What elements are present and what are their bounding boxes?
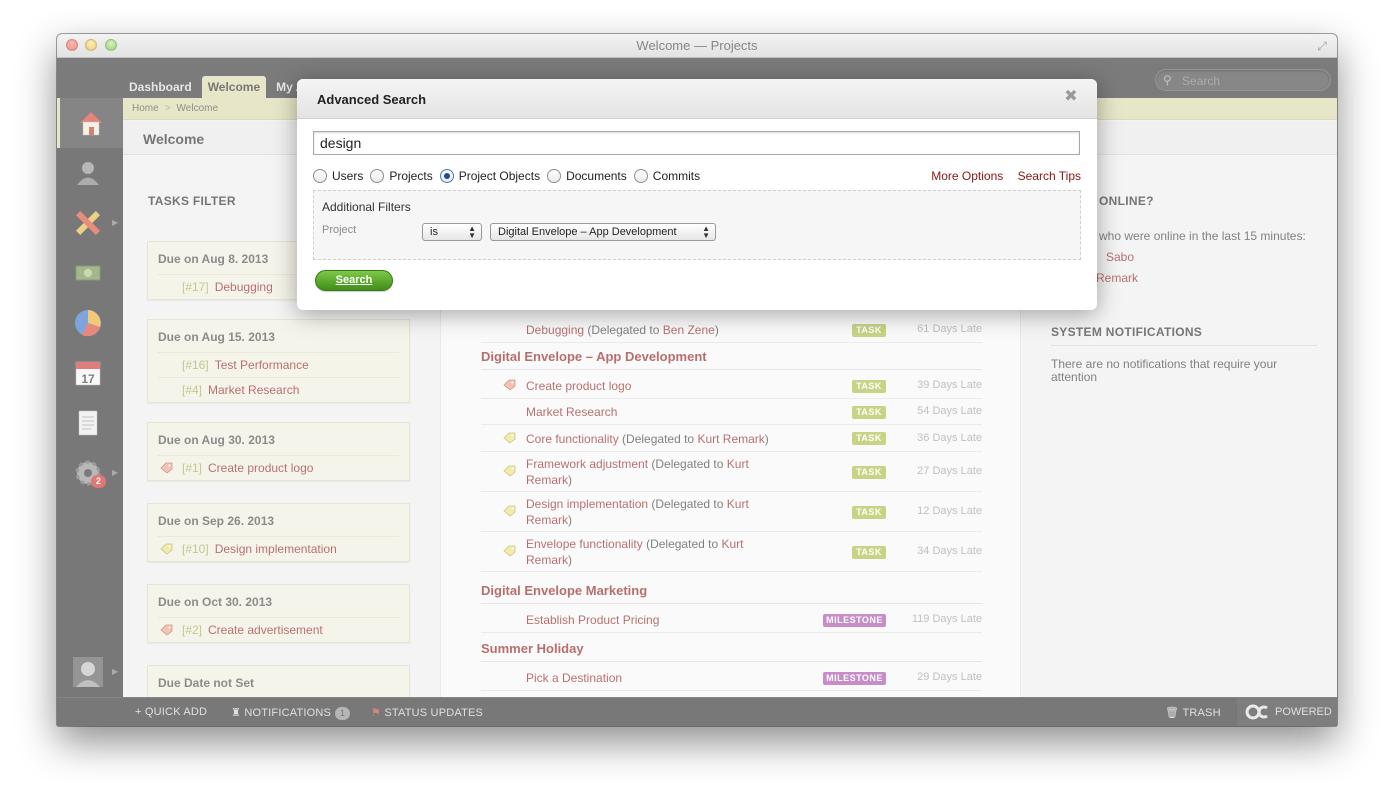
- project-value: Digital Envelope – App Development: [498, 226, 677, 238]
- dialog-title: Advanced Search: [317, 92, 427, 107]
- dialog-header: Advanced Search ✖: [297, 79, 1097, 119]
- project-select[interactable]: Digital Envelope – App Development ▲ ▼: [490, 223, 716, 241]
- radio-label: Commits: [652, 169, 701, 183]
- search-scope-radios: Users Projects Project Objects Documents…: [313, 168, 707, 184]
- radio-label: Users: [332, 169, 364, 183]
- radio-commits[interactable]: Commits: [633, 169, 701, 183]
- close-icon[interactable]: ✖: [1063, 89, 1079, 105]
- radio-label: Projects: [389, 169, 433, 183]
- additional-filters-title: Additional Filters: [322, 200, 411, 214]
- radio-label: Project Objects: [458, 169, 541, 183]
- radio-projects[interactable]: Projects: [370, 169, 433, 183]
- radio-label: Documents: [566, 169, 627, 183]
- select-arrows-icon: ▲ ▼: [702, 224, 710, 240]
- operator-value: is: [430, 226, 438, 238]
- dialog-links: More Options Search Tips: [920, 169, 1081, 183]
- advanced-search-dialog: Advanced Search ✖ Users Projects Project…: [297, 79, 1097, 310]
- radio-documents[interactable]: Documents: [547, 169, 627, 183]
- radio-project-objects[interactable]: Project Objects: [439, 169, 541, 183]
- search-query-input[interactable]: [313, 131, 1080, 155]
- select-arrows-icon: ▲ ▼: [468, 224, 476, 240]
- additional-filters-panel: Additional Filters Project is ▲ ▼ Digital…: [313, 190, 1081, 260]
- radio-users[interactable]: Users: [313, 169, 363, 183]
- search-button[interactable]: Search: [315, 270, 393, 291]
- project-filter-label: Project: [322, 224, 357, 236]
- search-tips-link[interactable]: Search Tips: [1018, 169, 1081, 183]
- more-options-link[interactable]: More Options: [931, 169, 1003, 183]
- operator-select[interactable]: is ▲ ▼: [422, 223, 482, 241]
